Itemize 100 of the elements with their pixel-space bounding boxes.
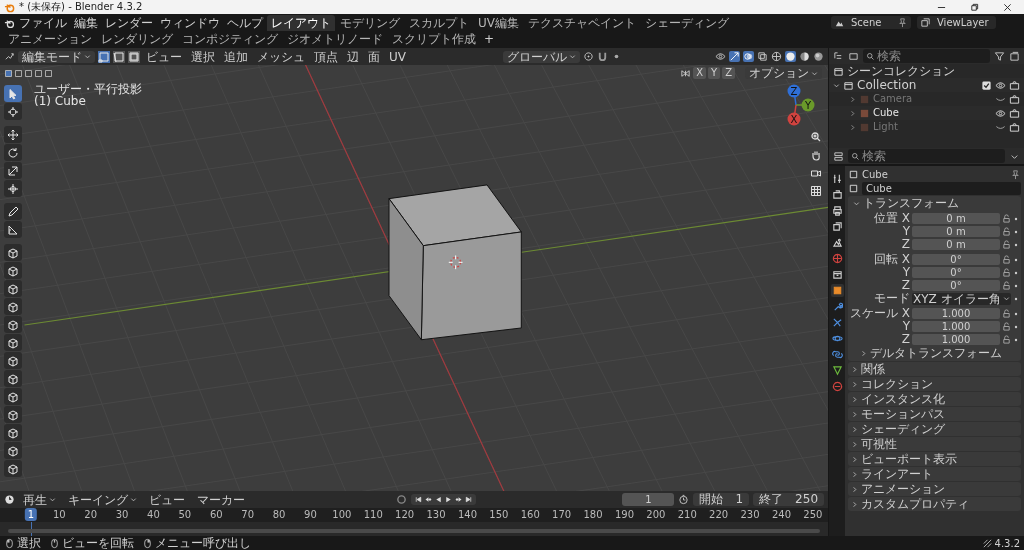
panel-header[interactable]: トランスフォーム [850, 196, 1019, 210]
timeline-menu[interactable]: マーカー [193, 493, 249, 506]
workspace-tab[interactable]: シェーディング [641, 15, 733, 31]
frame-number: 30 [115, 509, 129, 520]
panel-header[interactable]: モーションパス [848, 407, 1021, 421]
frame-number: 90 [304, 509, 317, 520]
number-field[interactable]: 0° [912, 280, 1000, 291]
panel-header[interactable]: 関係 [848, 362, 1021, 376]
axis-label: X [790, 113, 798, 125]
field-label: Z [900, 238, 910, 251]
menu-item[interactable]: ヘルプ [224, 15, 266, 31]
frame-number: 40 [147, 509, 160, 520]
workspace-tab[interactable]: ジオメトリノード [283, 31, 387, 47]
current-frame-field[interactable]: 1 [622, 493, 675, 506]
menu-item[interactable]: 面 [365, 48, 383, 65]
field-label: Z [900, 279, 910, 292]
end-frame-field[interactable]: 終了 250 [753, 493, 824, 506]
workspace-tab[interactable]: コンポジティング [178, 31, 282, 47]
options-dropdown[interactable]: オプション [745, 67, 822, 79]
field-label: Y [901, 225, 910, 238]
rotation-mode-dropdown[interactable]: XYZ オイラー角 [912, 292, 1011, 305]
name-field[interactable]: Cube [862, 182, 1021, 195]
menu-item[interactable]: 追加 [221, 48, 251, 65]
field-label: スケール X [850, 307, 910, 320]
mode-dropdown[interactable]: 編集モード [18, 50, 95, 63]
menu-item[interactable]: 選択 [188, 48, 218, 65]
frame-number: 160 [520, 509, 540, 520]
panel-header[interactable]: ラインアート [848, 467, 1021, 481]
field-label: 回転 X [872, 253, 910, 266]
panel-header[interactable]: カスタムプロパティ [848, 497, 1021, 511]
timeline-menu[interactable]: ビュー [145, 493, 189, 506]
menu-item[interactable]: UV [386, 48, 409, 65]
panel-header[interactable]: ビューポート表示 [848, 452, 1021, 466]
menu-item[interactable]: 辺 [344, 48, 362, 65]
frame-number: 140 [457, 509, 477, 520]
workspace-tab[interactable]: スクリプト作成 [388, 31, 480, 47]
menu-item[interactable]: 頂点 [311, 48, 341, 65]
panel-header[interactable]: 可視性 [848, 437, 1021, 451]
window-title: * (未保存) - Blender 4.3.2 [19, 0, 143, 14]
field-label: モード [873, 292, 910, 305]
frame-number: 220 [709, 509, 729, 520]
panel-header[interactable]: コレクション [848, 377, 1021, 391]
workspace-tab[interactable]: レンダリング [97, 31, 177, 47]
frame-number: 50 [178, 509, 192, 520]
frame-number: 180 [583, 509, 603, 520]
frame-number: 210 [677, 509, 697, 520]
object-label: (1) Cube [34, 95, 87, 107]
panel-header[interactable]: デルタトランスフォーム [850, 346, 1019, 360]
workspace-tab[interactable]: モデリング [336, 15, 404, 31]
frame-number: 150 [489, 509, 509, 520]
field-label: Y [901, 266, 910, 279]
number-field[interactable]: 1.000 [912, 308, 1000, 319]
workspace-tab[interactable]: UV編集 [474, 15, 523, 31]
add-workspace-button[interactable]: + [481, 31, 498, 47]
number-field[interactable]: 1.000 [912, 334, 1000, 345]
workspace-tab[interactable]: スカルプト [405, 15, 473, 31]
frame-number: 60 [209, 509, 223, 520]
menu-item[interactable]: ウィンドウ [157, 15, 223, 31]
field-label: Y [901, 320, 910, 333]
outliner-item[interactable]: Cube [873, 106, 899, 120]
number-field[interactable]: 0° [912, 267, 1000, 278]
outliner-item[interactable]: Collection [857, 78, 917, 92]
frame-number: 110 [363, 509, 383, 520]
panel-header[interactable]: シェーディング [848, 422, 1021, 436]
outliner-item[interactable]: シーンコレクション [847, 64, 955, 78]
frame-number: 190 [614, 509, 634, 520]
status-hint: ビューを回転 [62, 536, 134, 550]
search-field[interactable]: 検索 [863, 49, 990, 63]
view-name: ユーザー・平行投影 [34, 83, 142, 95]
search-field[interactable]: 検索 [848, 149, 1005, 163]
frame-number: 250 [803, 509, 823, 520]
menu-item[interactable]: 編集 [71, 15, 101, 31]
field-label: 位置 X [872, 212, 910, 225]
number-field[interactable]: 0 m [912, 226, 1000, 237]
mirror-axis-toggle[interactable]: Y [708, 67, 721, 79]
panel-header[interactable]: インスタンス化 [848, 392, 1021, 406]
menu-item[interactable]: レンダー [102, 15, 156, 31]
menu-item[interactable]: メッシュ [254, 48, 308, 65]
mirror-axis-toggle[interactable]: Z [722, 67, 735, 79]
frame-number: 80 [272, 509, 286, 520]
orientation-dropdown[interactable]: グローバル [502, 50, 580, 63]
workspace-tab[interactable]: アニメーション [4, 31, 96, 47]
mirror-axis-toggle[interactable]: X [693, 67, 707, 79]
number-field[interactable]: 0° [912, 254, 1000, 265]
menu-item[interactable]: ファイル [16, 15, 70, 31]
frame-number: 120 [395, 509, 415, 520]
menu-item[interactable]: ビュー [143, 48, 185, 65]
playhead-marker[interactable]: 1 [24, 508, 38, 521]
workspace-tab[interactable]: テクスチャペイント [524, 15, 640, 31]
timeline-menu[interactable]: キーイング [64, 493, 141, 506]
object-name: Cube [862, 168, 888, 181]
number-field[interactable]: 1.000 [912, 321, 1000, 332]
number-field[interactable]: 0 m [912, 213, 1000, 224]
start-frame-field[interactable]: 開始 1 [693, 493, 750, 506]
workspace-tab[interactable]: レイアウト [267, 15, 335, 31]
frame-number: 230 [740, 509, 760, 520]
timeline-menu[interactable]: 再生 [19, 493, 60, 506]
number-field[interactable]: 0 m [912, 239, 1000, 250]
panel-header[interactable]: アニメーション [848, 482, 1021, 496]
frame-number: 130 [426, 509, 446, 520]
